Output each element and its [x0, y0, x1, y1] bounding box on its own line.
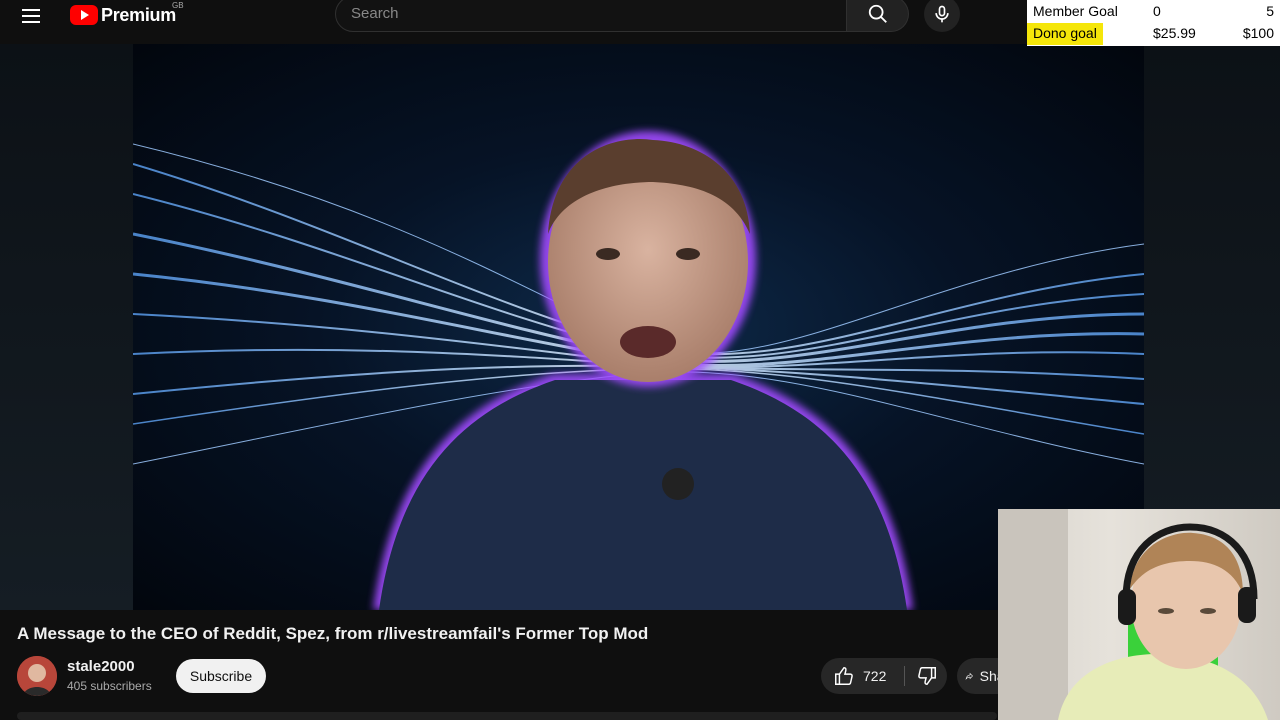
search-input[interactable] [351, 5, 831, 22]
dono-goal-current: $25.99 [1153, 25, 1196, 41]
dono-goal-target: $100 [1242, 25, 1274, 41]
menu-icon-line [22, 15, 40, 17]
subscribe-button[interactable]: Subscribe [176, 659, 266, 693]
search-button[interactable] [847, 0, 909, 32]
like-divider [904, 666, 905, 686]
player-letterbox-left [0, 44, 133, 610]
share-arrow-icon [965, 672, 973, 680]
like-count: 722 [863, 668, 887, 684]
dislike-button[interactable] [907, 658, 947, 694]
dono-goal-row: Dono goal $25.99 $100 [1027, 23, 1280, 45]
thumbs-up-icon [835, 667, 853, 685]
youtube-premium-logo[interactable]: Premium [70, 2, 176, 28]
region-code: GB [172, 1, 184, 10]
description-box-edge [17, 712, 997, 720]
voice-search-button[interactable] [924, 0, 960, 32]
video-scene [133, 131, 1144, 610]
dono-goal-label: Dono goal [1027, 23, 1103, 45]
search-box[interactable] [335, 0, 847, 32]
streamer-webcam [998, 509, 1280, 720]
channel-name[interactable]: stale2000 [67, 658, 135, 675]
mic-icon [935, 5, 949, 23]
video-frame[interactable] [133, 44, 1144, 610]
subscriber-count: 405 subscribers [67, 679, 152, 693]
member-goal-target: 5 [1266, 3, 1274, 19]
stream-goal-widget: Member Goal 0 5 Dono goal $25.99 $100 [1027, 0, 1280, 46]
thumbs-down-icon [918, 667, 936, 685]
presenter [373, 131, 913, 610]
like-button[interactable]: 722 [821, 658, 903, 694]
youtube-play-icon [70, 5, 98, 25]
member-goal-row: Member Goal 0 5 [1027, 1, 1280, 23]
search-icon [868, 4, 887, 23]
menu-icon-line [22, 21, 40, 23]
channel-avatar[interactable] [17, 656, 57, 696]
webcam-scene [998, 509, 1268, 720]
menu-icon-line [22, 9, 40, 11]
member-goal-label: Member Goal [1033, 3, 1118, 19]
logo-text: Premium [101, 4, 176, 25]
avatar-image [17, 656, 57, 696]
menu-button[interactable] [22, 4, 52, 28]
video-title: A Message to the CEO of Reddit, Spez, fr… [17, 624, 649, 643]
member-goal-current: 0 [1153, 3, 1161, 19]
like-dislike-group: 722 [821, 658, 947, 694]
